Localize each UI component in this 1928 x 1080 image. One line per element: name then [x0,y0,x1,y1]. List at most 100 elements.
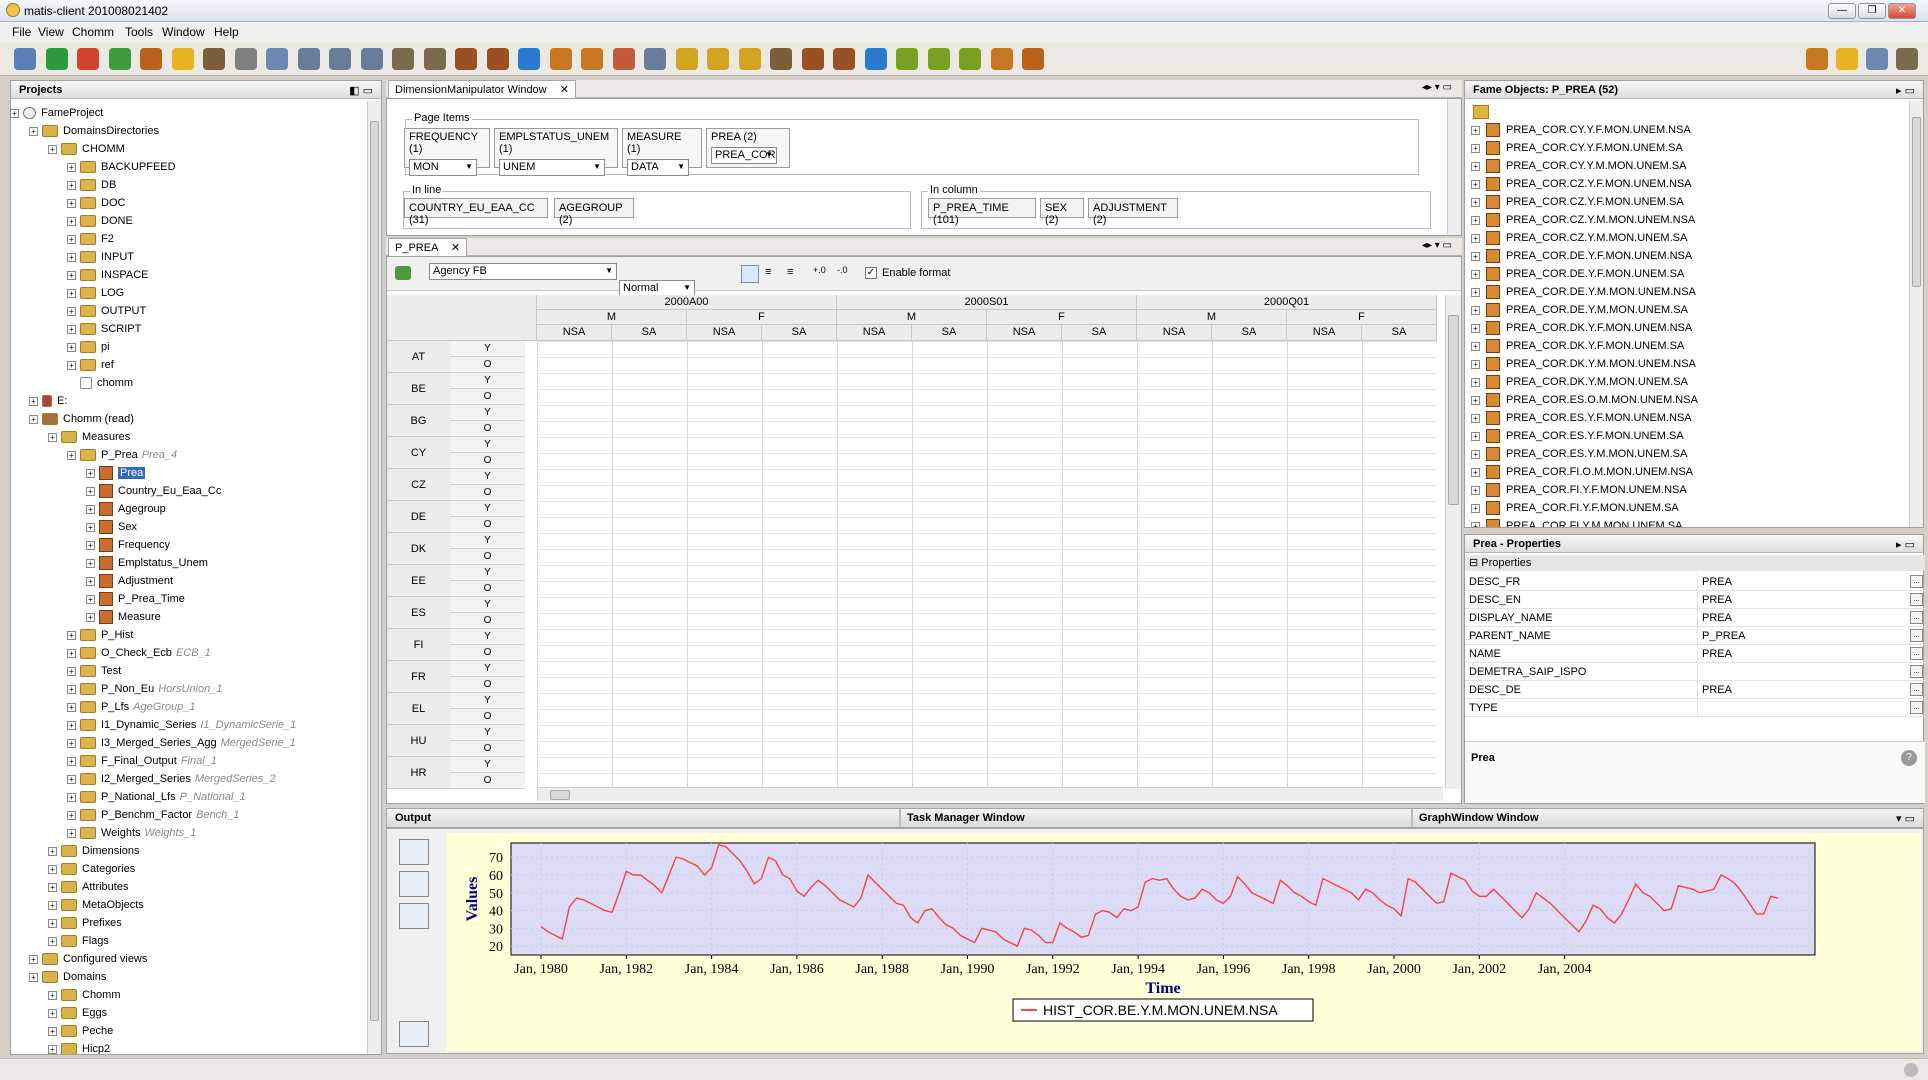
fame-object-item[interactable]: + PREA_COR.CY.Y.M.MON.UNEM.SA [1471,157,1687,175]
gear-icon[interactable] [392,48,414,70]
open-icon[interactable] [14,48,36,70]
expand-icon[interactable]: + [1471,396,1480,405]
expand-icon[interactable]: + [29,954,38,964]
tree-item[interactable]: + DONE [67,212,133,230]
edit-property-button[interactable]: ... [1910,593,1923,606]
table-icon[interactable] [329,48,351,70]
edit-property-button[interactable]: ... [1910,611,1923,624]
fame-object-item[interactable]: + PREA_COR.ES.Y.F.MON.UNEM.SA [1471,427,1684,445]
tree-item[interactable]: + Prefixes [48,914,122,932]
tree-item[interactable]: + Chomm (read) [29,410,134,428]
expand-icon[interactable]: + [1471,486,1480,495]
expand-icon[interactable]: + [67,828,76,838]
tree-item[interactable]: + INPUT [67,248,134,266]
fame-cube-icon[interactable] [140,48,162,70]
cube-icon[interactable] [581,48,603,70]
enable-format-checkbox[interactable]: ✓ [865,267,877,279]
expand-icon[interactable]: + [67,810,76,820]
in-column-chip[interactable]: ADJUSTMENT (2) [1088,198,1178,226]
expand-icon[interactable]: + [86,558,95,568]
expand-icon[interactable]: + [86,486,95,496]
fame-object-item[interactable]: + PREA_COR.CY.Y.F.MON.UNEM.SA [1471,139,1683,157]
in-line-chip[interactable]: COUNTRY_EU_EAA_CC (31) [404,198,548,226]
clock-icon[interactable] [266,48,288,70]
window-controls-icon[interactable]: ◂▸ ▾ ▭ [1422,240,1452,251]
page-item-select[interactable]: DATA [627,159,689,176]
expand-icon[interactable]: + [1471,432,1480,441]
expand-icon[interactable]: + [67,306,76,316]
expand-icon[interactable]: + [10,108,19,118]
fame-object-item[interactable]: + PREA_COR.FI.Y.M.MON.UNEM.SA [1471,517,1682,527]
cube-icon[interactable] [486,48,509,70]
expand-icon[interactable]: + [67,774,76,784]
expand-icon[interactable]: + [86,612,95,622]
expand-icon[interactable]: + [67,198,76,208]
import-icon[interactable] [108,48,131,70]
expand-icon[interactable]: + [48,144,57,154]
expand-icon[interactable]: + [67,216,76,226]
expand-icon[interactable]: + [86,468,95,478]
property-row[interactable]: PARENT_NAME P_PREA... [1465,627,1925,645]
tree-item[interactable]: + P_Prea Prea_4 [67,446,177,464]
expand-icon[interactable]: + [1471,522,1480,527]
tab-dimension-manipulator[interactable]: DimensionManipulator Window ✕ [388,80,576,98]
grid-cells[interactable] [537,341,1437,789]
menu-help[interactable]: Help [214,25,239,39]
tree-item[interactable]: + I2_Merged_Series MergedSeries_2 [67,770,276,788]
fame-object-item[interactable]: + PREA_COR.DE.Y.M.MON.UNEM.SA [1471,301,1688,319]
tree-item[interactable]: + Hicp2 [48,1040,110,1054]
expand-icon[interactable]: + [67,648,76,658]
tab-output[interactable]: Output [395,812,431,824]
expand-icon[interactable]: + [86,594,95,604]
tree-item[interactable]: + P_Prea_Time [86,590,185,608]
expand-icon[interactable]: + [67,252,76,262]
table-icon[interactable] [644,48,666,70]
tree-item[interactable]: + Chomm [48,986,121,1004]
expand-icon[interactable]: + [67,738,76,748]
decrease-decimals-icon[interactable]: -.0 [837,265,848,275]
property-value[interactable]: P_PREA [1697,627,1745,645]
minimize-panel-icon[interactable]: ◧ ▭ [349,84,373,97]
expand-icon[interactable]: + [67,180,76,190]
cube-icon[interactable] [549,48,572,70]
tree-item[interactable]: + SCRIPT [67,320,141,338]
tree-item[interactable]: + CHOMM [48,140,125,158]
expand-icon[interactable]: + [67,162,76,172]
tree-item[interactable]: + OUTPUT [67,302,146,320]
tree-item[interactable]: + FameProject [10,104,103,122]
expand-icon[interactable]: + [67,324,76,334]
fame-object-item[interactable]: + PREA_COR.CY.Y.F.MON.UNEM.NSA [1471,121,1691,139]
fame-objects-scrollbar[interactable] [1909,101,1923,527]
properties-section[interactable]: ⊟ Properties [1465,555,1925,571]
tree-item[interactable]: + Sex [86,518,137,536]
expand-icon[interactable]: + [67,360,76,370]
fame-object-item[interactable]: + PREA_COR.CZ.Y.M.MON.UNEM.SA [1471,229,1687,247]
multi-line-chart-button[interactable] [399,903,429,929]
expand-icon[interactable]: + [67,684,76,694]
edit-property-button[interactable]: ... [1910,575,1923,588]
menu-window[interactable]: Window [162,25,205,39]
align-right-icon[interactable]: ≡ [787,266,793,278]
fame-object-item[interactable]: + PREA_COR.DK.Y.M.MON.UNEM.NSA [1471,355,1696,373]
expand-icon[interactable]: + [29,126,38,136]
property-row[interactable]: DESC_FR PREA... [1465,573,1925,591]
tree-item[interactable]: + O_Check_Ecb ECB_1 [67,644,211,662]
export-chart-button[interactable] [399,1021,429,1047]
tab-p-prea[interactable]: P_PREA ✕ [388,238,468,256]
expand-icon[interactable]: + [1471,198,1480,207]
property-row[interactable]: DEMETRA_SAIP_ISPO... [1465,663,1925,681]
grid-vscrollbar[interactable] [1445,295,1461,789]
expand-icon[interactable]: + [48,1044,57,1054]
tree-item[interactable]: + P_Hist [67,626,133,644]
tree-item[interactable]: + Test [67,662,121,680]
fame-object-item[interactable]: + PREA_COR.FI.O.M.MON.UNEM.NSA [1471,463,1693,481]
expand-icon[interactable]: + [1471,414,1480,423]
tree-item[interactable]: + F2 [67,230,114,248]
expand-icon[interactable]: + [48,846,57,856]
clock-gear-icon[interactable] [203,48,225,70]
expand-icon[interactable]: + [48,432,57,442]
gear-icon[interactable] [675,48,698,70]
expand-icon[interactable]: + [1471,180,1480,189]
tree-item[interactable]: + Eggs [48,1004,107,1022]
property-row[interactable]: DESC_EN PREA... [1465,591,1925,609]
